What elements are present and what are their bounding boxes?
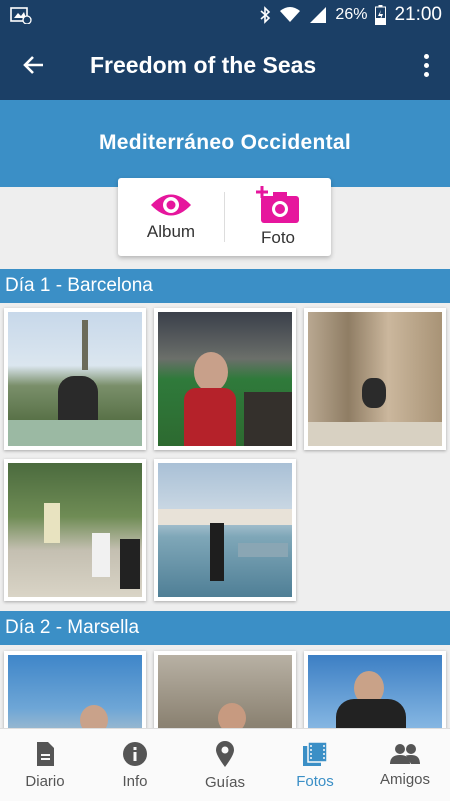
section-title: Día 2 - Marsella <box>5 617 140 638</box>
overflow-menu-button[interactable] <box>416 50 436 80</box>
wifi-icon <box>280 7 301 22</box>
more-vert-icon <box>423 53 429 59</box>
photo-thumbnail[interactable] <box>154 459 296 601</box>
nav-item-fotos[interactable]: Fotos <box>270 729 360 801</box>
album-label: Album <box>146 222 196 241</box>
bluetooth-icon <box>260 6 271 24</box>
cruise-header: Mediterráneo Occidental <box>0 100 450 187</box>
arrow-back-icon <box>23 56 43 74</box>
gallery-notification-icon <box>10 7 32 24</box>
eye-icon <box>151 194 191 216</box>
nav-label: Info <box>122 772 148 790</box>
nav-item-amigos[interactable]: Amigos <box>360 729 450 801</box>
nav-item-diario[interactable]: Diario <box>0 729 90 801</box>
nav-label: Diario <box>25 772 65 790</box>
add-photo-button[interactable]: Foto <box>225 178 331 256</box>
photo-thumbnail[interactable] <box>304 308 446 450</box>
photos-icon <box>303 740 328 766</box>
nav-label: Guías <box>204 773 246 791</box>
section-header-day-1: Día 1 - Barcelona <box>0 269 450 303</box>
photo-label: Foto <box>260 228 296 247</box>
battery-percent: 26% <box>335 6 368 23</box>
info-icon <box>123 741 147 766</box>
photo-actions-card: Album Foto <box>118 178 331 256</box>
battery-charging-icon <box>375 5 387 25</box>
nav-label: Fotos <box>296 772 334 790</box>
diary-icon <box>37 741 54 766</box>
location-pin-icon <box>216 740 234 767</box>
photo-thumbnail[interactable] <box>4 308 146 450</box>
people-icon <box>390 743 420 764</box>
photo-thumbnail[interactable] <box>154 308 296 450</box>
nav-label: Amigos <box>379 770 431 788</box>
clock: 21:00 <box>394 4 442 25</box>
app-bar: Freedom of the Seas <box>0 30 450 100</box>
bottom-navigation: Diario Info Guías Fotos Amigos <box>0 728 450 801</box>
add-camera-icon <box>256 186 299 223</box>
photo-thumbnail[interactable] <box>4 459 146 601</box>
back-button[interactable] <box>18 50 50 80</box>
album-button[interactable]: Album <box>118 178 224 256</box>
cruise-name: Mediterráneo Occidental <box>99 131 351 154</box>
page-title: Freedom of the Seas <box>90 51 317 78</box>
signal-icon <box>310 7 327 23</box>
nav-item-guias[interactable]: Guías <box>180 729 270 801</box>
section-header-day-2: Día 2 - Marsella <box>0 611 450 645</box>
section-title: Día 1 - Barcelona <box>5 275 153 296</box>
status-bar: 26% 21:00 <box>0 0 450 30</box>
nav-item-info[interactable]: Info <box>90 729 180 801</box>
